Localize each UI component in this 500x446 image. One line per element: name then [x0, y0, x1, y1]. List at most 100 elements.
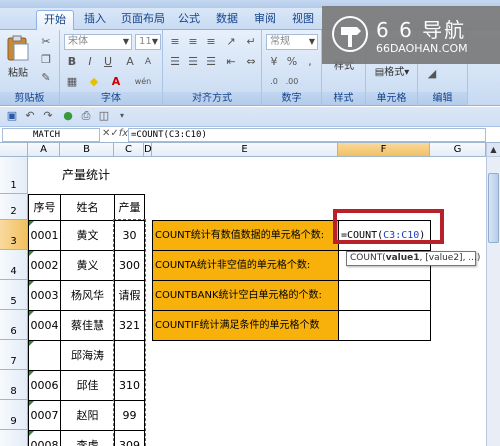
table-cell[interactable]: 0002 [28, 250, 61, 281]
vertical-scrollbar[interactable]: ▲ [486, 143, 500, 446]
row-header-7[interactable]: 7 [0, 340, 28, 370]
row-header-3[interactable]: 3 [0, 220, 28, 250]
table-cell[interactable]: 邱佳 [60, 370, 115, 401]
redo-icon[interactable]: ↷ [40, 108, 56, 124]
border-icon[interactable]: ▦ [64, 74, 80, 90]
clear-icon[interactable]: ◢ [424, 66, 440, 82]
phonetic-button[interactable]: wén [130, 74, 156, 90]
increase-decimal-icon[interactable]: .0 [266, 74, 282, 90]
wrap-text-icon[interactable]: ↵ [243, 34, 259, 50]
table-cell[interactable]: 0008 [28, 430, 61, 446]
row-header-1[interactable]: 1 [0, 157, 28, 194]
column-header-f[interactable]: F [338, 143, 430, 157]
increase-font-icon[interactable]: A [122, 54, 138, 70]
column-header-e[interactable]: E [152, 143, 338, 157]
customize-qat-icon[interactable]: ▾ [114, 108, 130, 124]
sheet-title[interactable]: 产量统计 [28, 157, 144, 194]
row-header-10[interactable] [0, 430, 28, 446]
print-icon[interactable]: ⎙ [78, 108, 94, 124]
row-header-5[interactable]: 5 [0, 280, 28, 310]
label-cell-countblank[interactable]: COUNTBANK统计空白单元格的个数: [152, 280, 339, 311]
table-cell[interactable]: 300 [114, 250, 145, 281]
table-cell[interactable]: 0006 [28, 370, 61, 401]
tab-data[interactable]: 数据 [212, 10, 242, 30]
table-cell[interactable]: 杨风华 [60, 280, 115, 311]
cut-icon[interactable]: ✂ [38, 34, 54, 50]
table-cell[interactable]: 邱海涛 [60, 340, 115, 371]
scroll-up-icon[interactable]: ▲ [487, 143, 500, 157]
table-cell[interactable]: 30 [114, 220, 145, 251]
preview-icon[interactable]: ◫ [96, 108, 112, 124]
name-box[interactable]: MATCH [2, 128, 100, 142]
scroll-thumb[interactable] [488, 173, 499, 243]
paste-button[interactable]: 粘贴 [4, 34, 32, 79]
undo-icon[interactable]: ↶ [22, 108, 38, 124]
font-color-icon[interactable]: A [108, 74, 124, 90]
table-cell[interactable]: 310 [114, 370, 145, 401]
table-cell[interactable]: 请假 [114, 280, 145, 311]
label-cell-counta[interactable]: COUNTA统计非空值的单元格个数: [152, 250, 339, 281]
underline-button[interactable]: U [100, 54, 116, 70]
header-cell-name[interactable]: 姓名 [60, 194, 115, 221]
decrease-font-icon[interactable]: A [140, 54, 156, 70]
table-cell[interactable]: 李虎 [60, 430, 115, 446]
table-cell[interactable] [28, 340, 61, 371]
table-cell[interactable]: 0001 [28, 220, 61, 251]
decrease-decimal-icon[interactable]: .00 [284, 74, 300, 90]
label-cell-count[interactable]: COUNT统计有数值数据的单元格个数: [152, 220, 339, 251]
align-left-icon[interactable]: ☰ [167, 54, 183, 70]
select-all-corner[interactable] [0, 143, 28, 157]
font-name-combo[interactable]: 宋体 ▼ [64, 34, 132, 50]
row-header-4[interactable]: 4 [0, 250, 28, 280]
column-header-c[interactable]: C [114, 143, 144, 157]
tab-view[interactable]: 视图 [288, 10, 318, 30]
result-cell-f6[interactable] [338, 310, 431, 341]
worksheet-grid[interactable]: A B C D E F G 1 2 3 4 5 6 7 8 9 产量统计 序号 … [0, 143, 486, 446]
refresh-icon[interactable]: ● [60, 108, 76, 124]
fill-color-icon[interactable]: ◆ [86, 74, 102, 90]
active-cell-f3[interactable]: =COUNT(C3:C10) [338, 220, 431, 251]
tab-insert[interactable]: 插入 [80, 10, 110, 30]
table-cell[interactable]: 309 [114, 430, 145, 446]
table-cell[interactable]: 赵阳 [60, 400, 115, 431]
decrease-indent-icon[interactable]: ⇤ [223, 54, 239, 70]
header-cell-serial[interactable]: 序号 [28, 194, 61, 221]
row-header-9[interactable]: 9 [0, 400, 28, 430]
merge-center-icon[interactable]: ⇔ [243, 54, 259, 70]
formula-input[interactable]: =COUNT(C3:C10) [128, 128, 486, 142]
table-cell[interactable]: 0007 [28, 400, 61, 431]
table-cell[interactable]: 蔡佳慧 [60, 310, 115, 341]
column-header-d[interactable]: D [144, 143, 152, 157]
header-cell-output[interactable]: 产量 [114, 194, 145, 221]
column-header-g[interactable]: G [430, 143, 486, 157]
italic-button[interactable]: I [82, 54, 98, 70]
table-cell[interactable]: 321 [114, 310, 145, 341]
tab-review[interactable]: 审阅 [250, 10, 280, 30]
align-bottom-icon[interactable]: ≡ [203, 34, 219, 50]
table-cell[interactable]: 0004 [28, 310, 61, 341]
tab-page-layout[interactable]: 页面布局 [118, 10, 168, 30]
align-center-icon[interactable]: ☰ [185, 54, 201, 70]
table-cell[interactable]: 99 [114, 400, 145, 431]
save-icon[interactable]: ▣ [4, 108, 20, 124]
bold-button[interactable]: B [64, 54, 80, 70]
comma-button[interactable]: , [302, 54, 318, 70]
currency-button[interactable]: ¥ [266, 54, 282, 70]
column-header-a[interactable]: A [28, 143, 60, 157]
font-size-combo[interactable]: 11 ▼ [135, 34, 161, 50]
column-header-b[interactable]: B [60, 143, 114, 157]
align-top-icon[interactable]: ≡ [167, 34, 183, 50]
insert-function-icon[interactable]: fx [119, 128, 128, 139]
orientation-icon[interactable]: ↗ [223, 34, 239, 50]
copy-icon[interactable]: ❐ [38, 52, 54, 68]
format-painter-icon[interactable]: ✎ [38, 70, 54, 86]
align-right-icon[interactable]: ☰ [203, 54, 219, 70]
percent-button[interactable]: % [284, 54, 300, 70]
table-cell[interactable]: 0003 [28, 280, 61, 311]
row-header-2[interactable]: 2 [0, 194, 28, 220]
result-cell-f5[interactable] [338, 280, 431, 311]
table-cell[interactable]: 黄文 [60, 220, 115, 251]
format-cells-button[interactable]: ▤格式▾ [370, 66, 414, 80]
table-cell[interactable] [114, 340, 145, 371]
row-header-6[interactable]: 6 [0, 310, 28, 340]
